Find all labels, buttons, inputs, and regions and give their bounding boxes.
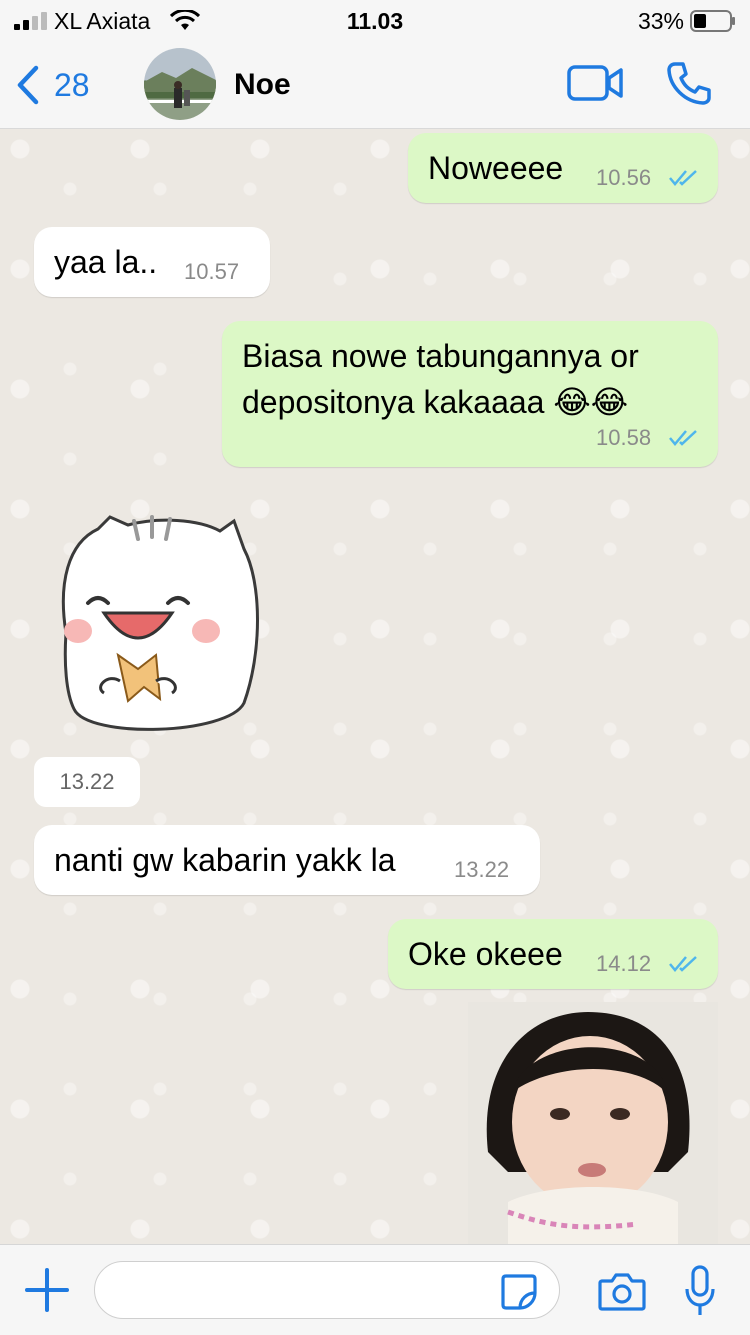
message-bubble-outgoing[interactable]: Noweeee 10.56 — [408, 133, 718, 203]
microphone-icon[interactable] — [684, 1265, 716, 1317]
message-bubble-incoming[interactable]: nanti gw kabarin yakk la 13.22 — [34, 825, 540, 895]
video-call-icon[interactable] — [566, 62, 624, 104]
message-text: nanti gw kabarin yakk la — [54, 842, 396, 878]
phone-icon[interactable] — [666, 60, 712, 106]
message-time: 10.56 — [596, 165, 652, 190]
message-text: yaa la.. — [54, 244, 158, 280]
unread-count: 28 — [54, 66, 90, 103]
message-text-line: Biasa nowe tabungannya or — [242, 338, 639, 374]
back-chevron-icon — [17, 65, 39, 105]
plus-icon[interactable] — [24, 1267, 70, 1313]
message-input[interactable] — [94, 1261, 560, 1319]
message-bubble-outgoing[interactable]: Oke okeee 14.12 — [388, 919, 718, 989]
message-text: Noweeee — [428, 150, 564, 186]
contact-name[interactable]: Noe — [234, 68, 291, 102]
message-time: 13.22 — [454, 857, 510, 882]
chat-area[interactable]: Noweeee 10.56 yaa la.. 10.57 Biasa nowe … — [0, 129, 750, 1244]
message-text-line: depositonya kakaaaa 😂😂 — [242, 384, 629, 420]
message-bubble-outgoing[interactable]: Biasa nowe tabungannya or depositonya ka… — [222, 321, 718, 467]
back-button[interactable]: 28 — [14, 60, 104, 110]
battery-percentage: 33% — [637, 8, 684, 34]
camera-icon[interactable] — [598, 1271, 646, 1311]
input-bar — [0, 1244, 750, 1335]
message-time: 10.57 — [184, 259, 240, 284]
battery-icon — [690, 10, 735, 32]
status-bar: XL Axiata 11.03 33% — [0, 0, 750, 44]
child-photo — [468, 1002, 718, 1244]
photo-message[interactable] — [468, 1002, 718, 1244]
sticker-time: 13.22 — [34, 757, 140, 807]
message-text: Biasa nowe tabungannya or depositonya ka… — [242, 333, 639, 425]
read-ticks-icon — [669, 170, 697, 186]
avatar-photo — [144, 68, 216, 108]
message-time: 14.12 — [596, 951, 652, 976]
cat-sticker[interactable] — [48, 513, 260, 739]
contact-avatar[interactable] — [144, 48, 216, 120]
top-bar: XL Axiata 11.03 33% 28 Noe — [0, 0, 750, 129]
read-ticks-icon — [669, 430, 697, 446]
sticker-icon[interactable] — [500, 1273, 538, 1311]
message-bubble-incoming[interactable]: yaa la.. 10.57 — [34, 227, 270, 297]
message-text: Oke okeee — [408, 936, 563, 972]
message-time: 10.58 — [596, 425, 652, 450]
read-ticks-icon — [669, 956, 697, 972]
